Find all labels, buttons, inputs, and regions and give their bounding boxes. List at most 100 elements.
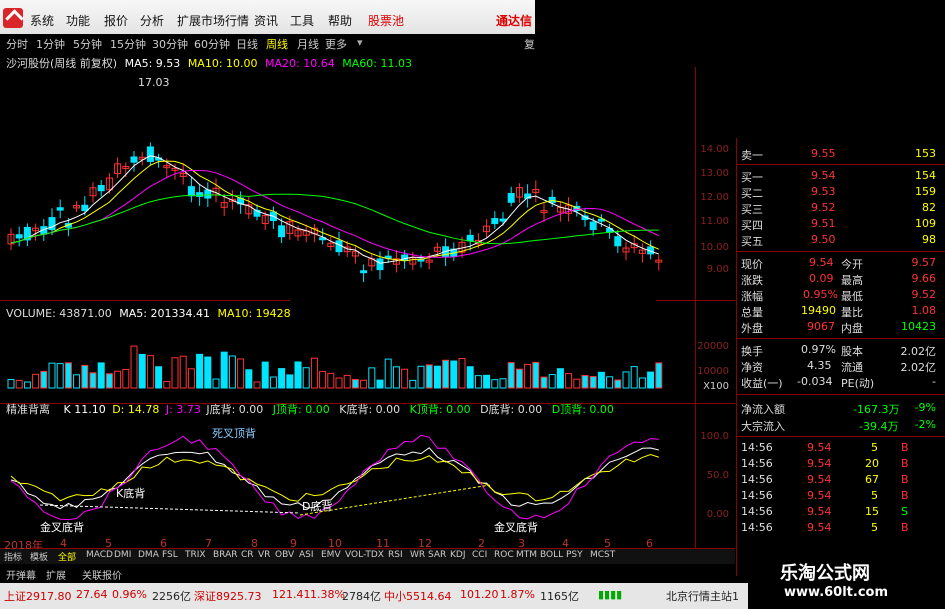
order-buy-row[interactable]: 买二 9.53 159 (737, 184, 945, 200)
period-5min[interactable]: 5分钟 (73, 36, 102, 52)
server-name[interactable]: 北京行情主站1 (666, 588, 739, 604)
sh-percent: 0.96% (112, 588, 147, 601)
expand-tab[interactable]: 扩展 (46, 567, 66, 582)
order-sell-row[interactable]: 卖一 9.55 153 (737, 146, 945, 162)
menu-analysis[interactable]: 分析 (140, 12, 164, 29)
tab-fsl[interactable]: FSL (162, 550, 178, 560)
volume-bar (130, 345, 138, 389)
candle-body (97, 184, 105, 192)
period-daily[interactable]: 日线 (236, 36, 258, 52)
danmaku-toggle[interactable]: 开弹幕 (6, 567, 36, 582)
tab-kdj[interactable]: KDJ (450, 550, 466, 560)
quote-value: 9.52 (911, 288, 937, 301)
tick-time: 14:56 (741, 521, 773, 534)
sub-tabs: 开弹幕 扩展 关联报价 (0, 566, 735, 582)
sz-index[interactable]: 深证8925.73 (194, 588, 262, 604)
tab-cci[interactable]: CCI (472, 550, 487, 560)
menu-help[interactable]: 帮助 (328, 12, 352, 29)
tab-vr[interactable]: VR (258, 550, 270, 560)
tab-brar[interactable]: BRAR (213, 550, 237, 560)
tab-rsi[interactable]: RSI (388, 550, 403, 560)
tab-psy[interactable]: PSY (566, 550, 583, 560)
tab-dma[interactable]: DMA (138, 550, 159, 560)
tab-mtm[interactable]: MTM (516, 550, 537, 560)
tick-price: 9.54 (807, 489, 832, 502)
fundamental-label: 净资 (741, 361, 763, 374)
tab-obv[interactable]: OBV (275, 550, 294, 560)
volume-bar (540, 376, 548, 389)
order-price: 9.52 (811, 201, 836, 214)
menu-quote[interactable]: 报价 (104, 12, 128, 29)
related-quote-tab[interactable]: 关联报价 (82, 567, 122, 582)
sh-index[interactable]: 上证2917.80 (4, 588, 72, 604)
more-dropdown-icon[interactable]: ▾ (357, 36, 363, 49)
menu-system[interactable]: 系统 (30, 12, 54, 29)
tab-all[interactable]: 全部 (58, 550, 76, 563)
restore-label[interactable]: 复 (524, 36, 535, 52)
order-buy-row[interactable]: 买五 9.50 98 (737, 232, 945, 248)
period-more[interactable]: 更多 (325, 36, 347, 52)
order-price: 9.54 (811, 169, 836, 182)
price-tick: 11.00 (700, 216, 729, 227)
menu-tools[interactable]: 工具 (290, 12, 314, 29)
period-30min[interactable]: 30分钟 (152, 36, 188, 52)
tab-boll[interactable]: BOLL (540, 550, 563, 560)
menu-extended-market[interactable]: 扩展市场行情 (177, 12, 249, 29)
period-timeshare[interactable]: 分时 (6, 36, 28, 52)
menu-tongdaxin[interactable]: 通达信 (496, 12, 532, 29)
volume-bar (524, 363, 532, 389)
volume-bar (253, 381, 261, 389)
quote-label: 最低 (841, 290, 863, 303)
volume-bar (319, 370, 327, 389)
order-buy-row[interactable]: 买三 9.52 82 (737, 200, 945, 216)
order-volume: 98 (922, 233, 936, 246)
order-buy-row[interactable]: 买四 9.51 109 (737, 216, 945, 232)
tab-mcst[interactable]: MCST (590, 550, 615, 560)
tick-side: B (901, 521, 909, 534)
volume-bar (606, 376, 614, 389)
order-buy-row[interactable]: 买一 9.54 154 (737, 168, 945, 184)
tab-wr[interactable]: WR (410, 550, 425, 560)
candle-body (548, 196, 556, 204)
tick-volume: 20 (865, 457, 879, 470)
volume-bar (310, 357, 318, 389)
volume-bar (122, 369, 130, 389)
volume-bar (442, 359, 450, 389)
tab-trix[interactable]: TRIX (185, 550, 206, 560)
period-weekly[interactable]: 周线 (266, 36, 288, 52)
zx-index[interactable]: 中小5514.64 (384, 588, 452, 604)
tab-sar[interactable]: SAR (428, 550, 446, 560)
brand-name: 乐淘公式网 (780, 563, 870, 584)
tab-macd[interactable]: MACD (86, 550, 113, 560)
period-15min[interactable]: 15分钟 (110, 36, 146, 52)
tab-asi[interactable]: ASI (299, 550, 314, 560)
volume-bar (499, 378, 507, 389)
fundamental-label: 股本 (841, 345, 863, 358)
tab-cr[interactable]: CR (241, 550, 254, 560)
period-1min[interactable]: 1分钟 (36, 36, 65, 52)
candle-body (56, 207, 64, 211)
tab-roc[interactable]: ROC (494, 550, 514, 560)
tab-emv[interactable]: EMV (321, 550, 341, 560)
quote-label: 总量 (741, 306, 763, 319)
period-60min[interactable]: 60分钟 (194, 36, 230, 52)
zx-change: 101.20 (460, 588, 499, 601)
menu-function[interactable]: 功能 (66, 12, 90, 29)
tab-indicator[interactable]: 指标 (4, 550, 22, 563)
tab-vol-tdx[interactable]: VOL-TDX (345, 550, 384, 560)
volume-bar (138, 353, 146, 389)
menu-news[interactable]: 资讯 (254, 12, 278, 29)
fundamental-value: 2.02亿 (900, 361, 937, 374)
tab-dmi[interactable]: DMI (114, 550, 131, 560)
volume-bar (409, 379, 417, 389)
volume-bar (196, 353, 204, 389)
menu-stock-pool[interactable]: 股票池 (368, 12, 404, 29)
volume-bar (638, 377, 646, 389)
volume-bar (114, 370, 122, 389)
divergence-line (39, 504, 301, 514)
chart-area[interactable]: 沙河股份(周线 前复权) MA5: 9.53 MA10: 10.00 MA20:… (0, 53, 735, 566)
tab-template[interactable]: 模板 (30, 550, 48, 563)
period-monthly[interactable]: 月线 (297, 36, 319, 52)
candle-body (507, 193, 515, 203)
indicator-tick: 50.0 (706, 470, 729, 481)
